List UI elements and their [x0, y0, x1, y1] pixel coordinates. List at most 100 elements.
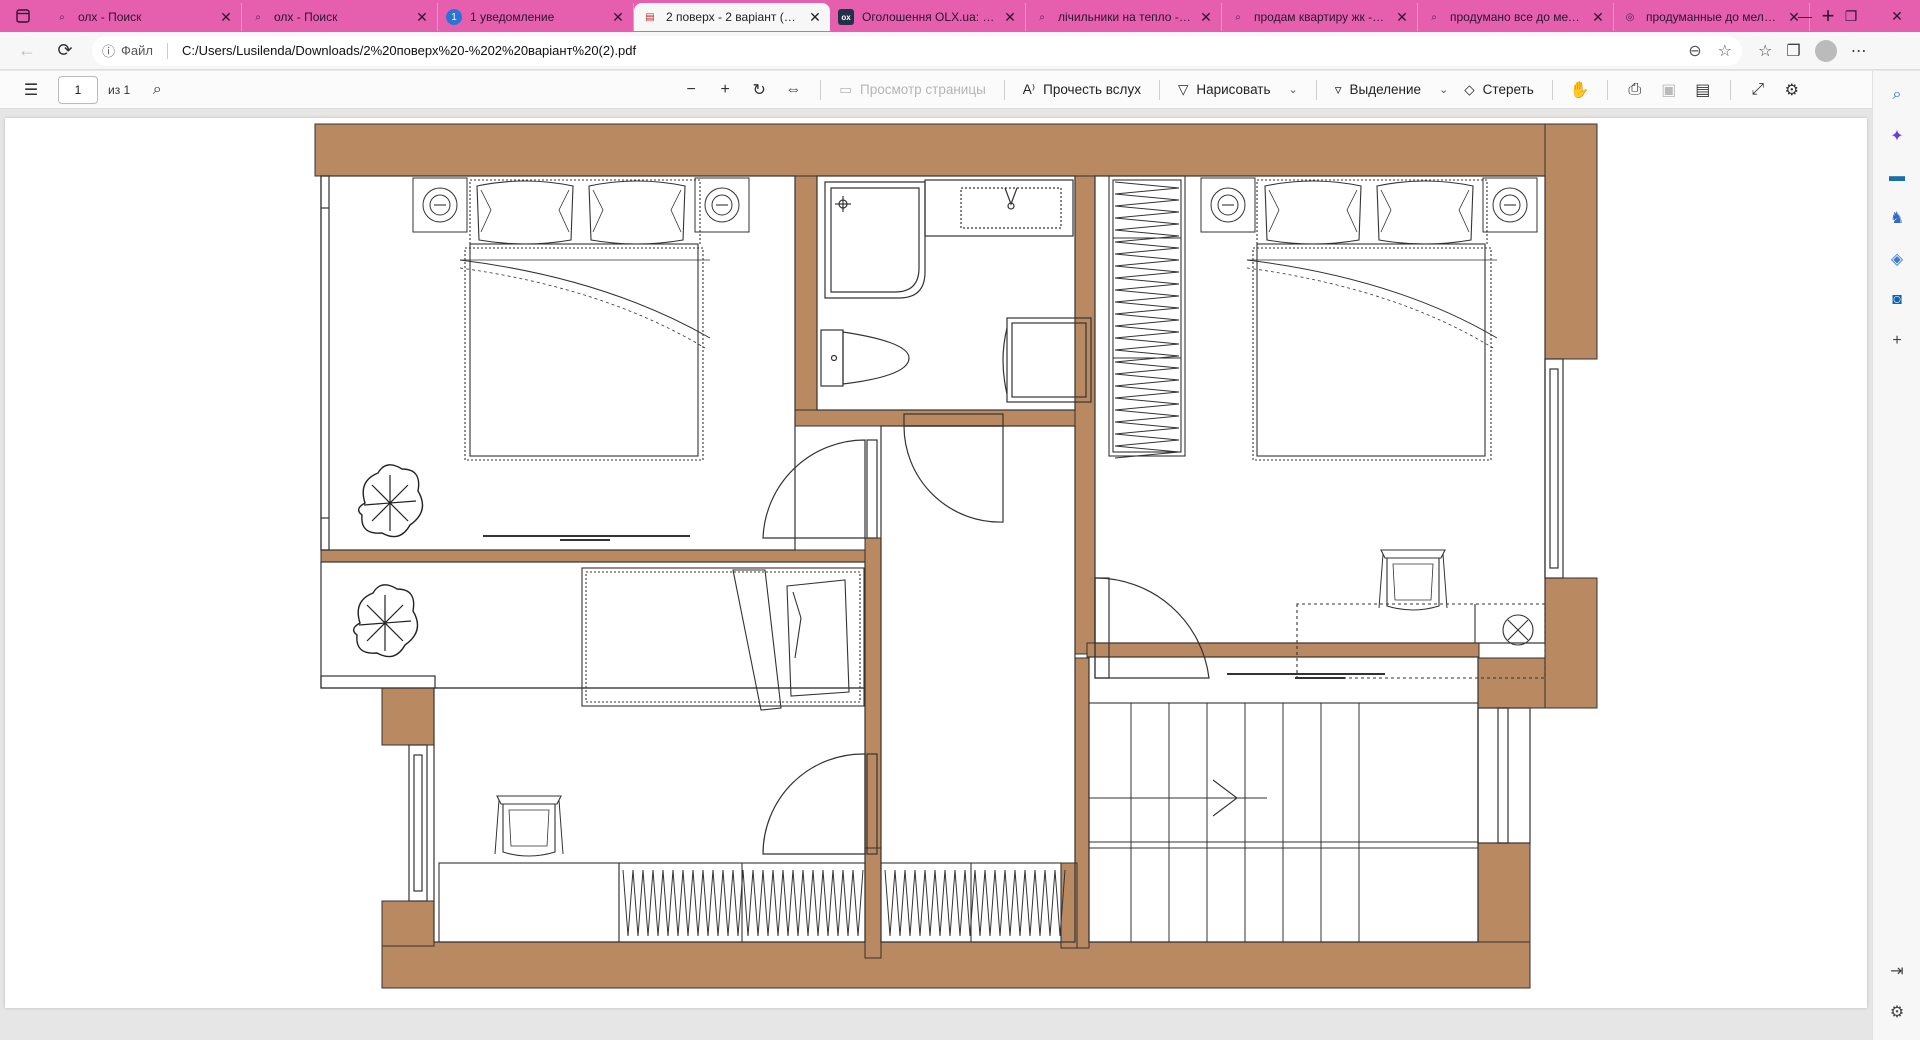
sidebar-settings-icon[interactable]: ⚙: [1885, 1000, 1909, 1024]
chevron-down-icon[interactable]: ⌄: [1439, 83, 1448, 96]
zoom-in-icon[interactable]: +: [708, 75, 742, 105]
read-aloud-label: Прочесть вслух: [1043, 82, 1141, 97]
add-favorite-icon[interactable]: ☆: [1718, 41, 1732, 61]
pdf-toolbar: ☰ 1 из 1 ⌕ − + ↻ ⇔ ▭ Просмотр страницы A…: [0, 71, 1872, 109]
add-app-icon[interactable]: +: [1885, 329, 1909, 353]
hide-sidebar-icon[interactable]: ⇥: [1885, 959, 1909, 983]
save-as-icon[interactable]: ▤: [1686, 75, 1720, 105]
tab-title: олх - Поиск: [274, 10, 338, 24]
outlook-icon[interactable]: ◙: [1885, 288, 1909, 312]
close-tab-icon[interactable]: ✕: [611, 9, 625, 26]
search-icon: ⌕: [1039, 11, 1045, 23]
tab-actions-icon: [16, 9, 30, 23]
pdf-icon: ▤: [645, 11, 655, 23]
back-button[interactable]: ←: [8, 36, 46, 66]
shopping-icon[interactable]: ▬: [1885, 165, 1909, 189]
games-icon[interactable]: ♞: [1885, 206, 1909, 230]
fullscreen-icon[interactable]: ⤢: [1741, 75, 1775, 105]
highlight-button[interactable]: ▿ Выделение ⌄: [1327, 82, 1457, 98]
browser-tab[interactable]: ⌕ олх - Поиск ✕: [242, 3, 438, 31]
browser-tab[interactable]: ox Оголошення OLX.ua: сервіс ✕: [830, 3, 1026, 31]
close-tab-icon[interactable]: ✕: [808, 9, 822, 26]
contents-icon[interactable]: ☰: [14, 75, 48, 105]
more-menu-icon[interactable]: ⋯: [1851, 41, 1867, 61]
profile-avatar[interactable]: [1814, 39, 1837, 62]
refresh-button[interactable]: ⟳: [46, 36, 84, 66]
toolbar-divider: [1315, 79, 1317, 100]
chevron-down-icon[interactable]: ⌄: [1289, 83, 1298, 96]
save-icon[interactable]: ▣: [1652, 75, 1686, 105]
browser-tab[interactable]: ⌕ продумано все до мелочей ✕: [1418, 3, 1614, 31]
pdf-viewport[interactable]: [0, 109, 1872, 1040]
search-icon: ⌕: [59, 11, 65, 23]
close-window-button[interactable]: ✕: [1874, 8, 1920, 25]
tab-list: ⌕ олх - Поиск ✕ ⌕ олх - Поиск ✕ 1 1 уведомление…: [46, 1, 1810, 31]
page-view-icon: ▭: [839, 81, 852, 97]
browser-tab[interactable]: ⌕ олх - Поиск ✕: [46, 3, 242, 31]
page-count: из 1: [108, 82, 131, 97]
search-icon: ⌕: [255, 11, 261, 23]
read-aloud-icon: A⁾: [1022, 81, 1036, 97]
read-aloud-button[interactable]: A⁾ Прочесть вслух: [1015, 82, 1149, 98]
address-bar: ← ⟳ ⓘ Файл C:/Users/Lusilenda/Downloads/…: [0, 32, 1920, 70]
tab-strip: ⌕ олх - Поиск ✕ ⌕ олх - Поиск ✕ 1 1 уведомление…: [0, 0, 1920, 32]
close-tab-icon[interactable]: ✕: [415, 9, 429, 26]
search-icon: ⌕: [1235, 11, 1241, 23]
browser-tab[interactable]: 1 1 уведомление ✕: [438, 3, 634, 31]
close-tab-icon[interactable]: ✕: [219, 9, 233, 26]
browser-tab[interactable]: ⌕ лічильники на тепло - Поиск ✕: [1026, 3, 1222, 31]
zoom-out-icon[interactable]: −: [674, 75, 708, 105]
restore-button[interactable]: ❐: [1828, 8, 1874, 25]
highlight-label: Выделение: [1349, 82, 1422, 97]
notification-icon: 1: [446, 9, 462, 25]
url-text[interactable]: C:/Users/Lusilenda/Downloads/2%20поверх%…: [182, 43, 1680, 58]
browser-tab[interactable]: ▤ 2 поверх - 2 варіант (2).pdf ✕: [634, 3, 830, 31]
browser-tab[interactable]: ⌕ продам квартиру жк - Поиск ✕: [1222, 3, 1418, 31]
favorites-icon[interactable]: ☆: [1758, 41, 1772, 61]
wardrobe-hatch: [622, 869, 864, 937]
site-info-button[interactable]: ⓘ Файл: [102, 41, 153, 60]
draw-label: Нарисовать: [1196, 82, 1271, 97]
edge-sidebar: ⌕ ✦ ▬ ♞ ◈ ◙ + ⇥ ⚙: [1872, 71, 1920, 1040]
close-tab-icon[interactable]: ✕: [1591, 9, 1605, 26]
draw-icon: ▽: [1177, 81, 1189, 97]
zoom-icon[interactable]: ⊖: [1688, 41, 1701, 61]
search-icon: ⌕: [1431, 11, 1437, 23]
url-box[interactable]: ⓘ Файл C:/Users/Lusilenda/Downloads/2%20…: [92, 35, 1742, 66]
erase-button[interactable]: ◇ Стереть: [1456, 82, 1541, 98]
rotate-icon[interactable]: ↻: [742, 75, 776, 105]
tab-actions-menu-button[interactable]: [0, 0, 46, 32]
toolbar-divider: [1729, 79, 1731, 100]
draw-button[interactable]: ▽ Нарисовать ⌄: [1170, 82, 1306, 98]
page-view-button[interactable]: ▭ Просмотр страницы: [831, 82, 994, 98]
search-icon[interactable]: ⌕: [1885, 83, 1909, 107]
settings-icon[interactable]: ⚙: [1775, 75, 1809, 105]
tab-title: продумано все до мелочей: [1450, 10, 1583, 24]
collections-icon[interactable]: ❐: [1786, 41, 1800, 61]
url-divider: [166, 42, 168, 59]
wardrobe-hatch: [884, 869, 1066, 937]
tab-title: 2 поверх - 2 варіант (2).pdf: [666, 10, 800, 24]
copilot-icon[interactable]: ✦: [1885, 124, 1909, 148]
minimize-button[interactable]: —: [1782, 8, 1828, 24]
olx-icon: ox: [838, 9, 854, 25]
info-icon: ⓘ: [102, 44, 116, 59]
window-controls: — ❐ ✕: [1782, 0, 1920, 32]
find-icon[interactable]: ⌕: [140, 75, 174, 105]
fit-width-icon[interactable]: ⇔: [776, 75, 810, 105]
toolbar-divider: [1158, 79, 1160, 100]
page-number-input[interactable]: 1: [58, 75, 98, 104]
office-icon[interactable]: ◈: [1885, 247, 1909, 271]
print-icon[interactable]: ⎙: [1618, 75, 1652, 105]
toolbar-divider: [1606, 79, 1608, 100]
close-tab-icon[interactable]: ✕: [1003, 9, 1017, 26]
close-tab-icon[interactable]: ✕: [1199, 9, 1213, 26]
pdf-page: [5, 118, 1867, 1008]
browser-tab[interactable]: ◎ продуманные до мелочей ✕: [1614, 3, 1810, 31]
touch-write-icon[interactable]: ✋: [1563, 75, 1597, 105]
tab-title: Оголошення OLX.ua: сервіс: [862, 10, 995, 24]
toolbar-divider: [1551, 79, 1553, 100]
floor-plan-drawing: [314, 123, 1598, 989]
tab-title: олх - Поиск: [78, 10, 142, 24]
close-tab-icon[interactable]: ✕: [1395, 9, 1409, 26]
